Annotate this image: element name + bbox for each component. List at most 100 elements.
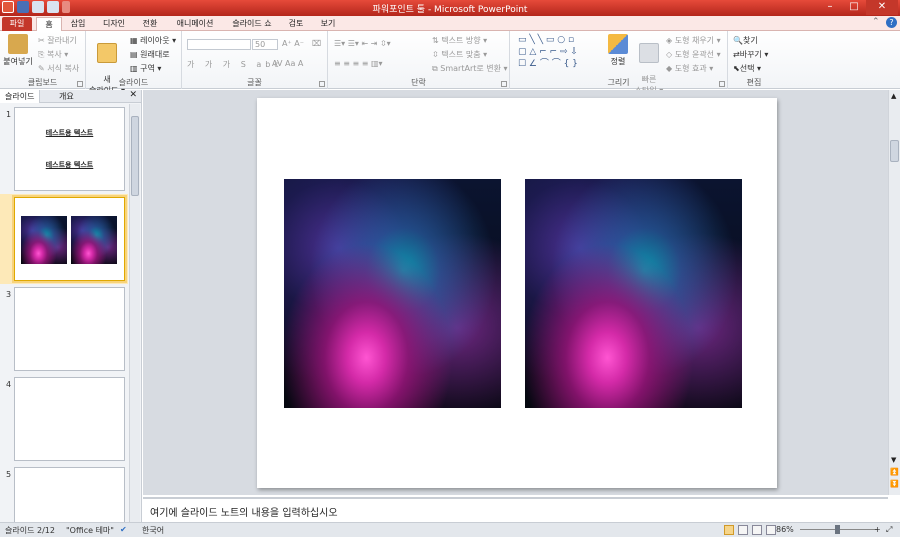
language[interactable]: 한국어 <box>142 525 164 536</box>
zoom-in-button[interactable]: + <box>874 525 881 534</box>
fit-to-window-icon[interactable]: ⤢ <box>886 525 892 535</box>
grow-font-icon[interactable]: A⁺ A⁻ <box>282 39 304 48</box>
char-spacing-icon[interactable]: AV Aa A <box>272 59 303 68</box>
slide-number: 5 <box>6 470 12 479</box>
arrange-icon <box>608 34 628 54</box>
help-icon[interactable]: ? <box>886 17 897 28</box>
slide-thumbnail-3[interactable] <box>14 287 125 371</box>
editing-group-label: 편집 <box>746 78 762 87</box>
spellcheck-icon[interactable]: ✔ <box>120 525 127 534</box>
find-button[interactable]: 🔍찾기 <box>733 35 758 46</box>
thumbnail-scrollbar[interactable] <box>129 104 140 522</box>
thumb-text-line: 테스트용 텍스트 <box>45 129 94 137</box>
format-painter-label: 서식 복사 <box>47 64 80 73</box>
drawing-group-label: 그리기 <box>607 78 630 87</box>
fractal-image-right[interactable] <box>525 179 742 408</box>
tab-outline[interactable]: 개요 <box>54 90 79 103</box>
new-slide-icon <box>97 43 117 63</box>
zoom-level[interactable]: 86% <box>776 525 794 534</box>
scroll-up-icon[interactable]: ▲ <box>891 92 896 100</box>
slide-thumbnail-2[interactable] <box>12 195 127 283</box>
shape-outline-label: 도형 윤곽선 ▾ <box>674 50 721 59</box>
slide-counter: 슬라이드 2/12 <box>5 526 55 535</box>
shape-effects-label: 도형 효과 ▾ <box>674 64 714 73</box>
slide-number: 3 <box>6 290 12 299</box>
current-slide[interactable] <box>257 98 777 488</box>
font-launcher-icon[interactable] <box>319 81 325 87</box>
align-text-button[interactable]: ⇳ 텍스트 맞춤 ▾ <box>432 49 487 60</box>
slide-thumbnail-1[interactable]: 테스트용 텍스트 테스트용 텍스트 <box>14 107 125 191</box>
slide-thumbnail-5[interactable] <box>14 467 125 522</box>
align-text-label: 텍스트 맞춤 ▾ <box>441 50 488 59</box>
tab-insert[interactable]: 삽입 <box>66 17 90 31</box>
paragraph-launcher-icon[interactable] <box>501 81 507 87</box>
scroll-thumb[interactable] <box>890 140 899 162</box>
slideshow-icon[interactable] <box>766 525 776 535</box>
smartart-label: SmartArt로 변환 ▾ <box>440 64 508 73</box>
font-size-combo[interactable]: 50 <box>252 39 278 50</box>
copy-button[interactable]: ⎘ 복사 ▾ <box>38 49 68 60</box>
reset-button[interactable]: ▤ 원래대로 <box>130 49 170 60</box>
ribbon: 붙여넣기 ✂ 잘라내기 ⎘ 복사 ▾ ✎ 서식 복사 클립보드 새 슬라이드 ▾… <box>0 31 900 95</box>
slide-thumbnail-4[interactable] <box>14 377 125 461</box>
shape-fill-label: 도형 채우기 ▾ <box>674 36 721 45</box>
tab-view[interactable]: 보기 <box>316 17 340 31</box>
clipboard-launcher-icon[interactable] <box>77 81 83 87</box>
bullets-icon[interactable]: ☰▾ ☰▾ ⇤ ⇥ ⇳▾ <box>334 39 391 48</box>
font-style-buttons[interactable]: 가 가 가 S abc <box>187 59 283 70</box>
scroll-thumb[interactable] <box>131 116 139 196</box>
tab-animations[interactable]: 애니메이션 <box>170 17 220 31</box>
text-direction-button[interactable]: ⇅ 텍스트 방향 ▾ <box>432 35 487 46</box>
clear-format-icon[interactable]: ⌧ <box>312 39 321 48</box>
close-button[interactable]: ✕ <box>866 0 898 15</box>
slide-number: 4 <box>6 380 12 389</box>
slide-scrollbar[interactable]: ▲ ▼ ⏫ ⏬ <box>888 90 900 495</box>
replace-label: 바꾸기 ▾ <box>739 50 769 59</box>
select-button[interactable]: ⬉선택 ▾ <box>733 63 761 74</box>
reading-view-icon[interactable] <box>752 525 762 535</box>
section-button[interactable]: ▥ 구역 ▾ <box>130 63 161 74</box>
alignment-icons[interactable]: ≡ ≡ ≡ ≡ ▥▾ <box>334 59 383 68</box>
smartart-button[interactable]: ⧉ SmartArt로 변환 ▾ <box>432 63 508 74</box>
clipboard-group: 붙여넣기 ✂ 잘라내기 ⎘ 복사 ▾ ✎ 서식 복사 클립보드 <box>0 31 86 89</box>
tab-slide-show[interactable]: 슬라이드 쇼 <box>228 17 276 31</box>
slide-sorter-icon[interactable] <box>738 525 748 535</box>
tab-review[interactable]: 검토 <box>284 17 308 31</box>
scroll-down-icon[interactable]: ▼ <box>891 456 896 464</box>
paste-button[interactable]: 붙여넣기 <box>2 34 34 67</box>
tab-slides[interactable]: 슬라이드 <box>0 90 41 103</box>
shapes-gallery[interactable]: ▭ ╲ ╲ ▭ ○ ▫ ▢ △ ⌐ ⌐ ⇨ ⇩ ☐ ∠ ⌒ ⌒ { } <box>518 34 598 74</box>
shape-fill-button[interactable]: ◈ 도형 채우기 ▾ <box>666 35 721 46</box>
status-bar: 슬라이드 2/12 "Office 테마" ✔ 한국어 86% − + ⤢ <box>0 522 900 537</box>
close-pane-icon[interactable]: ✕ <box>129 90 137 100</box>
cut-button[interactable]: ✂ 잘라내기 <box>38 35 77 46</box>
font-group: 50 A⁺ A⁻ ⌧ 가 가 가 S abc AV Aa A 글꼴 <box>182 31 328 89</box>
tab-file[interactable]: 파일 <box>2 17 32 31</box>
tab-home[interactable]: 홈 <box>36 17 62 31</box>
minimize-ribbon-icon[interactable]: ⌃ <box>872 17 880 27</box>
next-slide-icon[interactable]: ⏬ <box>890 480 899 488</box>
tab-design[interactable]: 디자인 <box>98 17 130 31</box>
reset-label: 원래대로 <box>140 50 170 59</box>
maximize-button[interactable]: □ <box>842 0 866 15</box>
font-name-combo[interactable] <box>187 39 251 50</box>
format-painter-button[interactable]: ✎ 서식 복사 <box>38 63 79 74</box>
notes-pane[interactable]: 여기에 슬라이드 노트의 내용을 입력하십시오 <box>143 497 888 522</box>
find-label: 찾기 <box>742 36 758 45</box>
normal-view-icon[interactable] <box>724 525 734 535</box>
fractal-image-left[interactable] <box>284 179 501 408</box>
title-bar: 파워포인트 툴 - Microsoft PowerPoint – □ ✕ <box>0 0 900 16</box>
tab-transitions[interactable]: 전환 <box>138 17 162 31</box>
zoom-slider-knob[interactable] <box>835 525 840 534</box>
shape-effects-button[interactable]: ◆ 도형 효과 ▾ <box>666 63 713 74</box>
minimize-button[interactable]: – <box>818 0 842 15</box>
theme-name: "Office 테마" <box>66 526 114 535</box>
slide-number: 1 <box>6 110 12 119</box>
drawing-launcher-icon[interactable] <box>719 81 725 87</box>
layout-button[interactable]: ▦ 레이아웃 ▾ <box>130 35 176 46</box>
arrange-button[interactable]: 정렬 <box>604 34 632 67</box>
previous-slide-icon[interactable]: ⏫ <box>890 468 899 476</box>
thumb-image <box>21 216 67 264</box>
shape-outline-button[interactable]: ◇ 도형 윤곽선 ▾ <box>666 49 721 60</box>
replace-button[interactable]: ⇄바꾸기 ▾ <box>733 49 768 60</box>
